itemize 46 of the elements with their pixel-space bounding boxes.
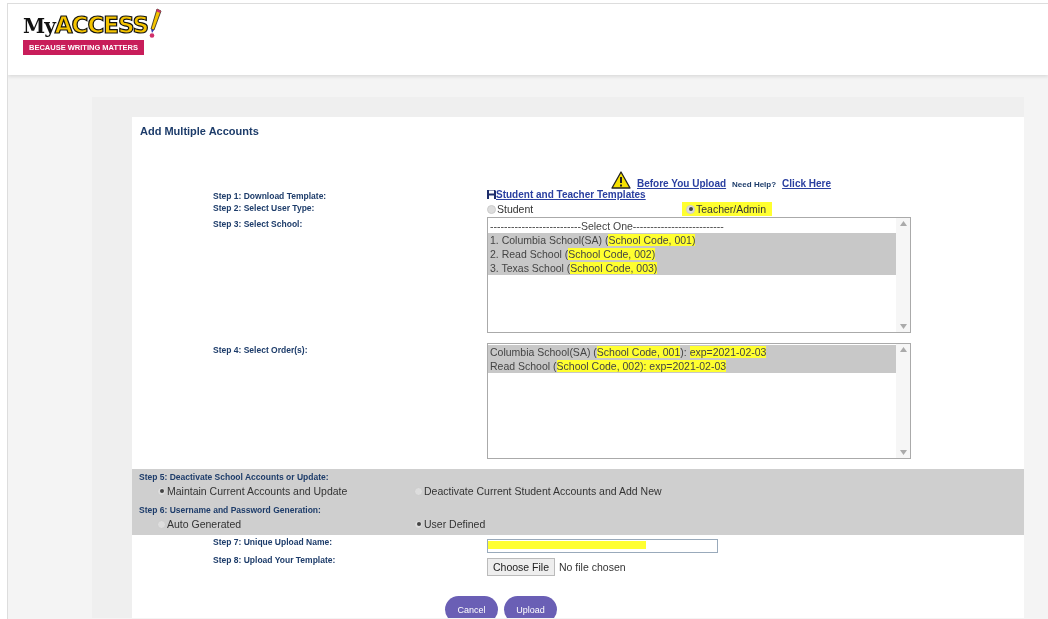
radio-option[interactable]: Teacher/Admin xyxy=(682,202,773,216)
help-link[interactable]: Click Here xyxy=(782,178,832,189)
highlighter-mark: School Code, 002) xyxy=(568,248,656,260)
radio-option[interactable]: User Defined xyxy=(414,518,1024,530)
highlighter-mark: exp=2021-02-03 xyxy=(689,346,767,358)
radio-option[interactable]: Maintain Current Accounts and Update xyxy=(157,485,414,497)
list-option[interactable]: 2. Read School (School Code, 002) xyxy=(488,247,896,261)
radio-button[interactable] xyxy=(414,519,423,529)
step-label: Step 2: Select User Type: xyxy=(213,202,316,215)
list-option[interactable]: 3. Texas School (School Code, 003) xyxy=(488,261,896,275)
step-label: Step 5: Deactivate School Accounts or Update: xyxy=(138,471,330,482)
radio-button[interactable] xyxy=(157,486,166,496)
scrollbar[interactable] xyxy=(896,344,910,458)
upload-button[interactable]: Upload xyxy=(504,596,557,618)
list-box[interactable]: --------------------------Select One-------------------------- 1. Columbia School(SA) (School Code, 001) 2. Read School (School Code, 002) 3. Texas School (School Code, 003) xyxy=(487,217,911,333)
highlighter-mark: School Code, 002): exp=2021-02-03 xyxy=(556,360,727,372)
choose-file-button[interactable]: Choose File xyxy=(487,558,556,576)
scroll-up-icon[interactable] xyxy=(899,221,907,226)
file-status: No file chosen xyxy=(559,561,626,573)
warning-icon xyxy=(611,171,631,189)
text-field[interactable] xyxy=(487,539,718,553)
list-option[interactable]: Read School (School Code, 002): exp=2021-02-03 xyxy=(488,359,896,373)
step-label: Step 3: Select School: xyxy=(213,218,304,231)
form-title: Add Multiple Accounts xyxy=(140,125,260,137)
radio-option[interactable]: Auto Generated xyxy=(157,518,414,530)
radio-option[interactable]: Deactivate Current Student Accounts and Add New xyxy=(414,485,1024,497)
scroll-up-icon[interactable] xyxy=(899,347,907,352)
step-label: Step 6: Username and Password Generation: xyxy=(138,504,322,515)
before-upload-link[interactable]: Before You Upload xyxy=(637,178,727,189)
step-label: Step 4: Select Order(s): xyxy=(213,344,309,357)
scrollbar[interactable] xyxy=(896,218,910,332)
templates-link[interactable]: Student and Teacher Templates xyxy=(487,189,646,200)
help-label: Need Help? xyxy=(732,180,777,189)
radio-button[interactable] xyxy=(487,204,496,214)
scroll-down-icon[interactable] xyxy=(899,324,907,329)
step-label: Step 1: Download Template: xyxy=(213,190,328,201)
scroll-down-icon[interactable] xyxy=(899,450,907,455)
step-label: Step 8: Upload Your Template: xyxy=(213,554,337,567)
cancel-button[interactable]: Cancel xyxy=(445,596,498,618)
highlighter-mark: School Code, 003) xyxy=(570,262,658,274)
highlighter-mark: School Code, 001) xyxy=(608,234,696,246)
list-option[interactable]: 1. Columbia School(SA) (School Code, 001) xyxy=(488,233,896,247)
step-label: Step 7: Unique Upload Name: xyxy=(213,536,333,549)
list-option[interactable]: --------------------------Select One-------------------------- xyxy=(488,219,896,233)
radio-button[interactable] xyxy=(686,204,695,214)
radio-option[interactable]: Student xyxy=(487,203,682,215)
